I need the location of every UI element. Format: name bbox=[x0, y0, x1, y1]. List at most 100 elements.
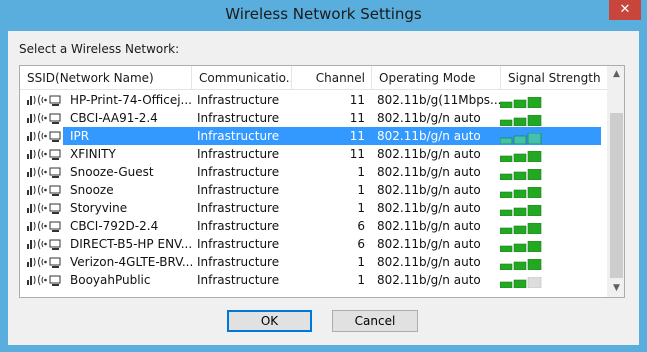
vertical-scrollbar[interactable]: ▲ ▼ bbox=[607, 66, 624, 297]
dialog-body: Select a Wireless Network: SSID(Network … bbox=[8, 31, 639, 345]
network-channel: 6 bbox=[357, 219, 365, 233]
window-title: Wireless Network Settings bbox=[225, 5, 422, 23]
network-ssid: CBCI-792D-2.4 bbox=[70, 219, 159, 233]
signal-bar bbox=[513, 171, 527, 181]
signal-strength-bars bbox=[499, 149, 548, 163]
signal-strength-bars bbox=[499, 221, 548, 235]
network-row[interactable]: CBCI-AA91-2.4 Infrastructure 11 802.11b/g/n… bbox=[20, 109, 608, 127]
signal-bar bbox=[499, 137, 513, 145]
signal-bar bbox=[527, 168, 542, 181]
signal-bar bbox=[513, 99, 527, 109]
network-channel: 6 bbox=[357, 237, 365, 251]
scroll-up-arrow-icon[interactable]: ▲ bbox=[608, 66, 624, 83]
network-channel: 1 bbox=[357, 165, 365, 179]
network-ssid: Storyvine bbox=[70, 201, 128, 215]
signal-bar bbox=[513, 261, 527, 271]
network-row[interactable]: Verizon-4GLTE-BRV... Infrastructure 1 802.1… bbox=[20, 253, 608, 271]
network-type-icons bbox=[27, 93, 63, 107]
signal-bar bbox=[499, 155, 513, 163]
network-type-icons bbox=[27, 183, 63, 197]
signal-icon bbox=[27, 95, 36, 105]
network-list[interactable]: SSID(Network Name) Communicatio... Chann… bbox=[19, 65, 625, 298]
signal-bar bbox=[499, 173, 513, 181]
list-header: SSID(Network Name) Communicatio... Chann… bbox=[20, 66, 608, 90]
network-ssid: Snooze bbox=[70, 183, 114, 197]
signal-icon bbox=[27, 257, 36, 267]
signal-bar bbox=[499, 191, 513, 199]
network-channel: 1 bbox=[357, 255, 365, 269]
signal-bar bbox=[513, 225, 527, 235]
signal-bar bbox=[499, 209, 513, 217]
column-header-signal-strength[interactable]: Signal Strength bbox=[501, 66, 608, 90]
network-type-icons bbox=[27, 147, 63, 161]
network-operating-mode: 802.11b/g/n auto bbox=[377, 219, 481, 233]
network-communication: Infrastructure bbox=[197, 219, 280, 233]
scroll-thumb[interactable] bbox=[610, 113, 623, 278]
signal-bar bbox=[527, 114, 542, 127]
signal-bar bbox=[527, 276, 542, 289]
network-operating-mode: 802.11b/g/n auto bbox=[377, 201, 481, 215]
close-button[interactable]: ✕ bbox=[609, 0, 641, 20]
signal-icon bbox=[27, 239, 36, 249]
signal-bar bbox=[527, 258, 542, 271]
column-header-communication[interactable]: Communicatio... bbox=[192, 66, 292, 90]
title-bar[interactable]: Wireless Network Settings ✕ bbox=[0, 0, 647, 31]
signal-strength-bars bbox=[499, 95, 548, 109]
signal-strength-bars bbox=[499, 113, 548, 127]
network-channel: 11 bbox=[349, 93, 365, 107]
signal-bar bbox=[513, 135, 527, 145]
network-operating-mode: 802.11b/g/n auto bbox=[377, 237, 481, 251]
signal-bar bbox=[513, 243, 527, 253]
network-row[interactable]: HP-Print-74-Officej... Infrastructure 11 80… bbox=[20, 91, 608, 109]
network-operating-mode: 802.11b/g/n auto bbox=[377, 273, 481, 287]
network-row[interactable]: Storyvine Infrastructure 1 802.11b/g/n auto bbox=[20, 199, 608, 217]
column-header-channel[interactable]: Channel bbox=[292, 66, 372, 90]
wireless-icon bbox=[38, 94, 47, 106]
column-header-operating-mode[interactable]: Operating Mode bbox=[372, 66, 501, 90]
signal-strength-bars bbox=[499, 275, 548, 289]
network-communication: Infrastructure bbox=[197, 255, 280, 269]
column-header-ssid[interactable]: SSID(Network Name) bbox=[20, 66, 192, 90]
network-communication: Infrastructure bbox=[197, 237, 280, 251]
network-channel: 1 bbox=[357, 273, 365, 287]
network-channel: 11 bbox=[349, 111, 365, 125]
network-row[interactable]: XFINITY Infrastructure 11 802.11b/g/n auto bbox=[20, 145, 608, 163]
wireless-icon bbox=[38, 202, 47, 214]
wireless-icon bbox=[38, 112, 47, 124]
network-ssid: Snooze-Guest bbox=[70, 165, 154, 179]
wireless-icon bbox=[38, 256, 47, 268]
signal-bar bbox=[499, 227, 513, 235]
signal-strength-bars bbox=[499, 185, 548, 199]
cancel-button[interactable]: Cancel bbox=[332, 310, 418, 332]
signal-bar bbox=[527, 96, 542, 109]
network-operating-mode: 802.11b/g/n auto bbox=[377, 165, 481, 179]
signal-icon bbox=[27, 275, 36, 285]
network-row[interactable]: CBCI-792D-2.4 Infrastructure 6 802.11b/g/n … bbox=[20, 217, 608, 235]
wireless-icon bbox=[38, 148, 47, 160]
signal-strength-bars bbox=[499, 203, 548, 217]
signal-icon bbox=[27, 167, 36, 177]
scroll-down-arrow-icon[interactable]: ▼ bbox=[608, 280, 624, 297]
network-ssid: Verizon-4GLTE-BRV... bbox=[70, 255, 192, 269]
network-row[interactable]: IPR Infrastructure 11 802.11b/g/n auto bbox=[20, 127, 608, 145]
network-row[interactable]: BooyahPublic Infrastructure 1 802.11b/g/n a… bbox=[20, 271, 608, 289]
computer-icon bbox=[49, 257, 61, 268]
signal-icon bbox=[27, 203, 36, 213]
ok-button[interactable]: OK bbox=[227, 310, 312, 332]
network-row[interactable]: Snooze-Guest Infrastructure 1 802.11b/g/n a… bbox=[20, 163, 608, 181]
network-communication: Infrastructure bbox=[197, 147, 280, 161]
signal-bar bbox=[527, 150, 542, 163]
signal-bar bbox=[499, 101, 513, 109]
network-ssid: BooyahPublic bbox=[70, 273, 151, 287]
network-operating-mode: 802.11b/g/n auto bbox=[377, 183, 481, 197]
signal-icon bbox=[27, 185, 36, 195]
network-type-icons bbox=[27, 201, 63, 215]
signal-strength-bars bbox=[499, 167, 548, 181]
computer-icon bbox=[49, 185, 61, 196]
signal-strength-bars bbox=[499, 257, 548, 271]
signal-icon bbox=[27, 113, 36, 123]
signal-strength-bars bbox=[499, 131, 548, 145]
network-row[interactable]: Snooze Infrastructure 1 802.11b/g/n auto bbox=[20, 181, 608, 199]
signal-bar bbox=[513, 279, 527, 289]
network-row[interactable]: DIRECT-B5-HP ENV... Infrastructure 6 802.11… bbox=[20, 235, 608, 253]
